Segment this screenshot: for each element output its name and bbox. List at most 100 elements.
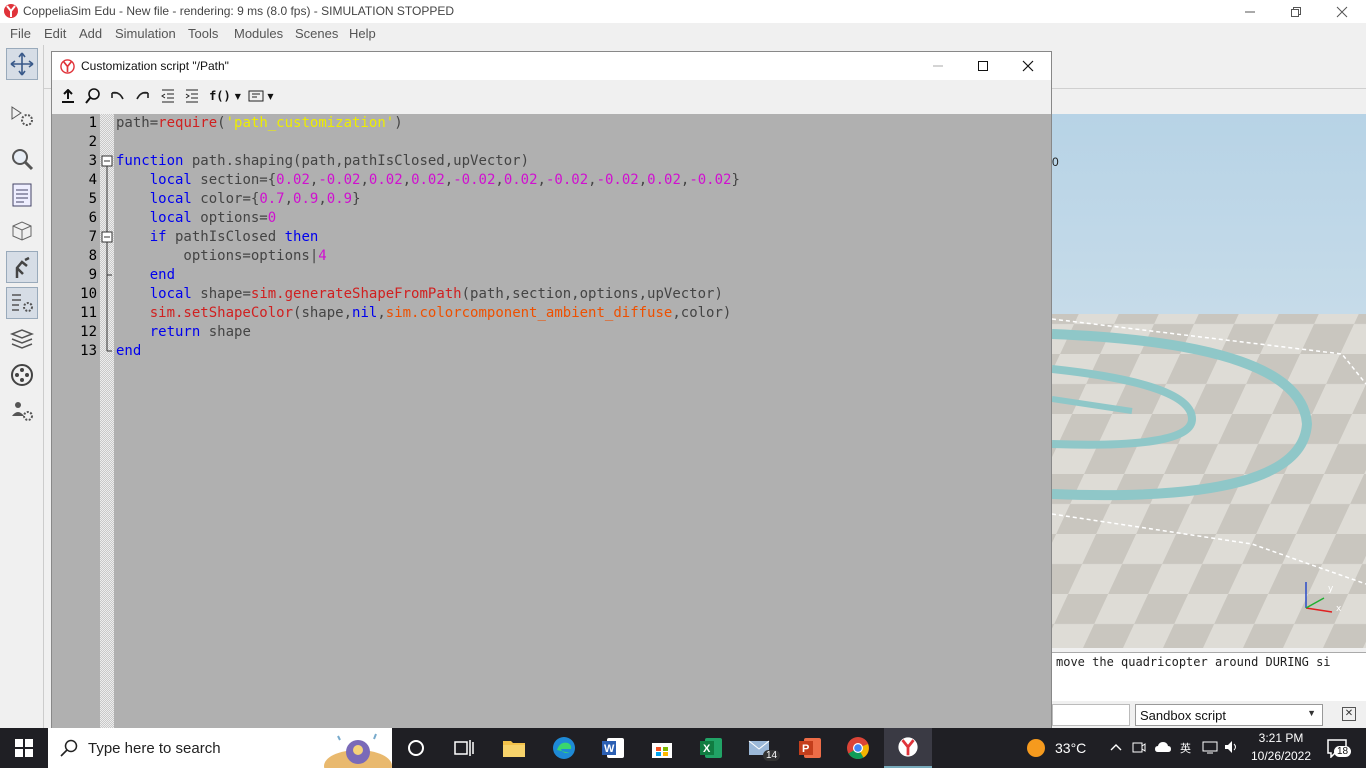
menu-scenes[interactable]: Scenes <box>295 26 338 41</box>
word-button[interactable]: W <box>597 732 629 764</box>
model-browser-button[interactable] <box>6 215 38 247</box>
menu-add[interactable]: Add <box>79 26 102 41</box>
powerpoint-button[interactable]: P <box>794 732 826 764</box>
coppeliasim-logo-icon <box>4 4 18 18</box>
menu-simulation[interactable]: Simulation <box>115 26 176 41</box>
code-line[interactable]: path=require('path_customization') <box>116 115 403 131</box>
code-line[interactable]: local color={0.7,0.9,0.9} <box>116 191 361 207</box>
code-token: ( <box>217 115 226 131</box>
search-button[interactable] <box>83 87 103 105</box>
close-icon <box>1022 60 1034 71</box>
menu-bar: File Edit Add Simulation Tools Modules S… <box>0 23 1366 45</box>
taskbar-search-box[interactable]: Type here to search <box>48 728 392 768</box>
cortana-button[interactable] <box>400 732 432 764</box>
clock-time: 3:21 PM <box>1258 731 1304 745</box>
sandbox-close-button[interactable]: ✕ <box>1342 707 1356 721</box>
windows-logo-icon <box>15 739 33 757</box>
viewport-partial-label: 0 <box>1052 155 1059 169</box>
file-explorer-button[interactable] <box>498 732 530 764</box>
search-icon <box>60 739 78 757</box>
task-view-button[interactable] <box>448 732 480 764</box>
code-token: nil <box>352 305 378 321</box>
indent-button[interactable] <box>182 87 202 105</box>
chrome-button[interactable] <box>842 732 874 764</box>
input-method-icon[interactable]: 英 <box>1180 740 1194 754</box>
code-token: 0.02 <box>411 172 445 188</box>
code-line[interactable]: local shape=sim.generateShapeFromPath(pa… <box>116 286 723 302</box>
close-button[interactable] <box>1319 0 1365 23</box>
code-line[interactable]: end <box>116 267 175 283</box>
menu-file[interactable]: File <box>10 26 31 41</box>
scene-viewport[interactable]: 0 x y <box>1052 114 1366 648</box>
user-settings-button[interactable] <box>6 395 38 427</box>
store-button[interactable] <box>646 732 678 764</box>
svg-text:英: 英 <box>1180 741 1191 754</box>
status-console[interactable]: move the quadricopter around DURING si <box>1052 652 1366 701</box>
sandbox-script-select[interactable]: Sandbox script ▼ <box>1135 704 1323 726</box>
script-close-button[interactable] <box>1005 54 1051 77</box>
script-maximize-button[interactable] <box>960 54 1006 77</box>
redo-button[interactable] <box>133 87 153 105</box>
network-icon[interactable] <box>1202 740 1218 754</box>
line-number: 10 <box>80 286 97 302</box>
excel-button[interactable]: X <box>695 732 727 764</box>
code-line[interactable]: local section={0.02,-0.02,0.02,0.02,-0.0… <box>116 172 740 188</box>
code-line[interactable]: if pathIsClosed then <box>116 229 319 245</box>
properties-button[interactable] <box>6 287 38 319</box>
notification-center-button[interactable]: 18 <box>1320 728 1360 768</box>
code-token: (path,section,options,upVector) <box>461 286 723 302</box>
line-number: 7 <box>88 229 97 245</box>
menu-help[interactable]: Help <box>349 26 376 41</box>
meet-now-icon[interactable] <box>1132 740 1146 754</box>
code-token: color={ <box>191 191 260 207</box>
video-recorder-button[interactable] <box>6 359 38 391</box>
restore-button[interactable] <box>1273 0 1319 23</box>
line-number: 1 <box>88 115 97 131</box>
code-token: , <box>495 172 504 188</box>
code-token: 0.9 <box>293 191 319 207</box>
layers-button[interactable] <box>6 323 38 355</box>
menu-edit[interactable]: Edit <box>44 26 66 41</box>
code-area[interactable]: path=require('path_customization')functi… <box>115 114 1051 728</box>
code-line[interactable]: local options=0 <box>116 210 276 226</box>
code-line[interactable]: options=options|4 <box>116 248 326 264</box>
unindent-button[interactable] <box>158 87 178 105</box>
weather-widget[interactable]: 33°C <box>1024 728 1094 768</box>
code-token: } <box>731 172 740 188</box>
function-list-dropdown[interactable]: f() ▼ <box>207 87 243 105</box>
move-camera-button[interactable] <box>6 48 38 80</box>
undo-button[interactable] <box>107 87 127 105</box>
line-number: 12 <box>80 324 97 340</box>
clock[interactable]: 3:21 PM 10/26/2022 <box>1246 728 1316 768</box>
chevron-down-icon: ▼ <box>1307 708 1316 718</box>
upload-button[interactable] <box>58 87 78 105</box>
code-token: (shape, <box>293 305 353 321</box>
chevron-up-icon[interactable] <box>1110 742 1122 752</box>
zoom-button[interactable] <box>6 143 38 175</box>
sandbox-command-input[interactable] <box>1052 704 1130 726</box>
edge-button[interactable] <box>548 732 580 764</box>
menu-tools[interactable]: Tools <box>188 26 218 41</box>
code-line[interactable]: sim.setShapeColor(shape,nil,sim.colorcom… <box>116 305 732 321</box>
start-button[interactable] <box>8 732 40 764</box>
code-editor[interactable]: 1 2 3 4 5 6 7 8 9 10 11 12 13 path=require('path_cus… <box>52 114 1051 728</box>
coppeliasim-taskbar-button[interactable] <box>884 728 932 768</box>
script-options-dropdown[interactable]: ▼ <box>246 87 276 105</box>
search-placeholder: Type here to search <box>88 740 221 757</box>
code-line[interactable]: end <box>116 343 141 359</box>
code-line[interactable]: function path.shaping(path,pathIsClosed,… <box>116 153 529 169</box>
simulation-settings-button[interactable] <box>6 100 38 132</box>
scene-hierarchy-button[interactable] <box>6 179 38 211</box>
script-window-title-bar: Customization script "/Path" <box>52 52 1051 80</box>
mail-button[interactable]: 14 <box>745 732 781 764</box>
volume-icon[interactable] <box>1224 740 1240 754</box>
cloud-icon[interactable] <box>1154 740 1172 754</box>
menu-modules[interactable]: Modules <box>234 26 283 41</box>
code-line[interactable]: return shape <box>116 324 251 340</box>
code-token: local <box>149 210 192 226</box>
script-minimize-button[interactable] <box>915 54 961 77</box>
robot-button[interactable] <box>6 251 38 283</box>
minimize-button[interactable] <box>1227 0 1273 23</box>
code-token: return <box>149 324 201 340</box>
